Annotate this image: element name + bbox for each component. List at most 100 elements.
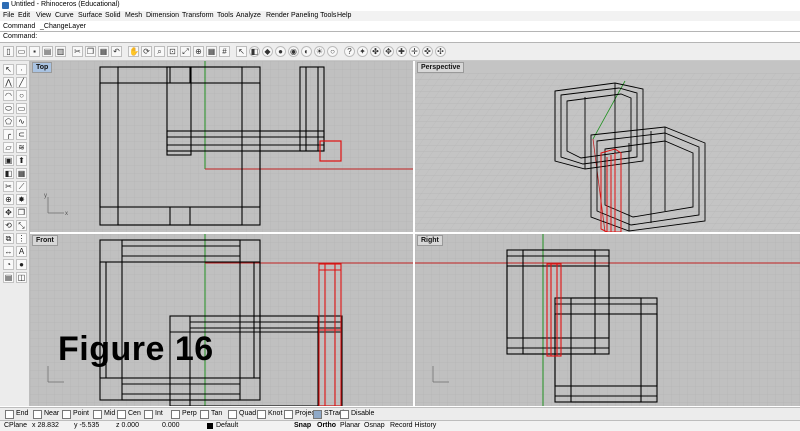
mesh-icon[interactable]: ▦ <box>16 168 27 179</box>
viewport-top[interactable]: y x Top <box>30 61 413 232</box>
osnap-checkbox[interactable] <box>93 410 102 419</box>
paste-icon[interactable]: ▦ <box>98 46 109 57</box>
scale-icon[interactable]: ✚ <box>396 46 407 57</box>
osnap-checkbox[interactable] <box>284 410 293 419</box>
color-wheel-icon[interactable]: ◉ <box>288 46 299 57</box>
zoom-selected-icon[interactable]: ⊕ <box>193 46 204 57</box>
box-icon[interactable]: ▣ <box>3 155 14 166</box>
osnap-checkbox[interactable] <box>117 410 126 419</box>
array-tool-icon[interactable]: ⋮ <box>16 233 27 244</box>
menu-dimension[interactable]: Dimension <box>146 12 179 19</box>
copy-tool-icon[interactable]: ❐ <box>16 207 27 218</box>
zoom-window-icon[interactable]: ⊡ <box>167 46 178 57</box>
material-icon[interactable]: ◐ <box>301 46 312 57</box>
dimension-icon[interactable]: ↔ <box>3 246 14 257</box>
move-icon[interactable]: ✥ <box>383 46 394 57</box>
sphere-icon[interactable]: ○ <box>327 46 338 57</box>
menu-edit[interactable]: Edit <box>18 12 30 19</box>
named-view-icon[interactable]: ✣ <box>435 46 446 57</box>
import-icon[interactable]: ▥ <box>55 46 66 57</box>
new-file-icon[interactable]: ▯ <box>3 46 14 57</box>
help-icon[interactable]: ? <box>344 46 355 57</box>
join-icon[interactable]: ⊕ <box>3 194 14 205</box>
print-icon[interactable]: ▤ <box>42 46 53 57</box>
menu-mesh[interactable]: Mesh <box>125 12 142 19</box>
fillet-icon[interactable]: ╭ <box>3 129 14 140</box>
viewport-perspective[interactable]: Perspective <box>415 61 800 232</box>
osnap-checkbox[interactable] <box>200 410 209 419</box>
viewport-label-perspective[interactable]: Perspective <box>417 62 465 73</box>
menu-curve[interactable]: Curve <box>55 12 74 19</box>
curve-icon[interactable]: ∿ <box>16 116 27 127</box>
extrude-icon[interactable]: ⬆ <box>16 155 27 166</box>
zoom-icon[interactable]: ⌕ <box>154 46 165 57</box>
surface-icon[interactable]: ▱ <box>3 142 14 153</box>
loft-icon[interactable]: ≋ <box>16 142 27 153</box>
properties-icon[interactable]: ◆ <box>262 46 273 57</box>
layer-color-swatch[interactable] <box>207 423 213 429</box>
menu-paneling-tools[interactable]: Paneling Tools <box>291 12 336 19</box>
circle-icon[interactable]: ○ <box>16 90 27 101</box>
menu-render[interactable]: Render <box>266 12 289 19</box>
status-planar[interactable]: Planar <box>340 422 360 429</box>
status-cplane[interactable]: CPlane <box>4 422 27 429</box>
split-icon[interactable]: ⟋ <box>16 181 27 192</box>
menu-solid[interactable]: Solid <box>105 12 121 19</box>
arc-icon[interactable]: ◠ <box>3 90 14 101</box>
select-points-icon[interactable]: ↖ <box>3 64 14 75</box>
grid-icon[interactable]: # <box>219 46 230 57</box>
osnap-checkbox[interactable] <box>171 410 180 419</box>
undo-icon[interactable]: ↶ <box>111 46 122 57</box>
layout-icon[interactable]: ▤ <box>3 272 14 283</box>
osnap-checkbox[interactable] <box>33 410 42 419</box>
mirror-icon[interactable]: ✜ <box>422 46 433 57</box>
save-icon[interactable]: ▪ <box>29 46 40 57</box>
menu-help[interactable]: Help <box>337 12 351 19</box>
status-ortho[interactable]: Ortho <box>317 422 336 429</box>
layer-icon[interactable]: ◧ <box>249 46 260 57</box>
osnap-checkbox[interactable] <box>5 410 14 419</box>
osnap-toggle-icon[interactable]: ✤ <box>370 46 381 57</box>
osnap-checkbox[interactable] <box>257 410 266 419</box>
select-icon[interactable]: ↖ <box>236 46 247 57</box>
status-record-history[interactable]: Record History <box>390 422 436 429</box>
array-icon[interactable]: ✛ <box>409 46 420 57</box>
four-view-icon[interactable]: ▦ <box>206 46 217 57</box>
menu-tools[interactable]: Tools <box>217 12 233 19</box>
menu-file[interactable]: File <box>3 12 14 19</box>
explode-icon[interactable]: ✸ <box>16 194 27 205</box>
viewport-front[interactable]: Front <box>30 234 413 406</box>
polyline-icon[interactable]: ⋀ <box>3 77 14 88</box>
snapshot-icon[interactable]: ◫ <box>16 272 27 283</box>
point-icon[interactable]: ∙ <box>16 64 27 75</box>
render-tool-icon[interactable]: ● <box>16 259 27 270</box>
trim-icon[interactable]: ✂ <box>3 181 14 192</box>
status-osnap[interactable]: Osnap <box>364 422 385 429</box>
menu-surface[interactable]: Surface <box>78 12 102 19</box>
rotate-view-icon[interactable]: ⟳ <box>141 46 152 57</box>
boolean-icon[interactable]: ◧ <box>3 168 14 179</box>
viewport-label-top[interactable]: Top <box>32 62 53 73</box>
osnap-checkbox[interactable] <box>340 410 349 419</box>
offset-icon[interactable]: ⊂ <box>16 129 27 140</box>
cut-icon[interactable]: ✂ <box>72 46 83 57</box>
menu-view[interactable]: View <box>36 12 51 19</box>
ellipse-icon[interactable]: ⬭ <box>3 103 14 114</box>
render-icon[interactable]: ● <box>275 46 286 57</box>
rotate-icon[interactable]: ⟲ <box>3 220 14 231</box>
osnap-checkbox[interactable] <box>62 410 71 419</box>
status-layer[interactable]: Default <box>216 422 238 429</box>
menu-transform[interactable]: Transform <box>182 12 214 19</box>
command-line[interactable]: Command: <box>0 31 800 43</box>
osnap-checkbox[interactable] <box>313 410 322 419</box>
viewport-label-front[interactable]: Front <box>32 235 58 246</box>
open-file-icon[interactable]: ▭ <box>16 46 27 57</box>
menu-analyze[interactable]: Analyze <box>236 12 261 19</box>
zoom-extents-icon[interactable]: ⤢ <box>180 46 191 57</box>
light-icon[interactable]: ☀ <box>314 46 325 57</box>
gumball-icon[interactable]: ✦ <box>357 46 368 57</box>
polygon-icon[interactable]: ⬠ <box>3 116 14 127</box>
copy-icon[interactable]: ❐ <box>85 46 96 57</box>
move-tool-icon[interactable]: ✥ <box>3 207 14 218</box>
pan-icon[interactable]: ✋ <box>128 46 139 57</box>
